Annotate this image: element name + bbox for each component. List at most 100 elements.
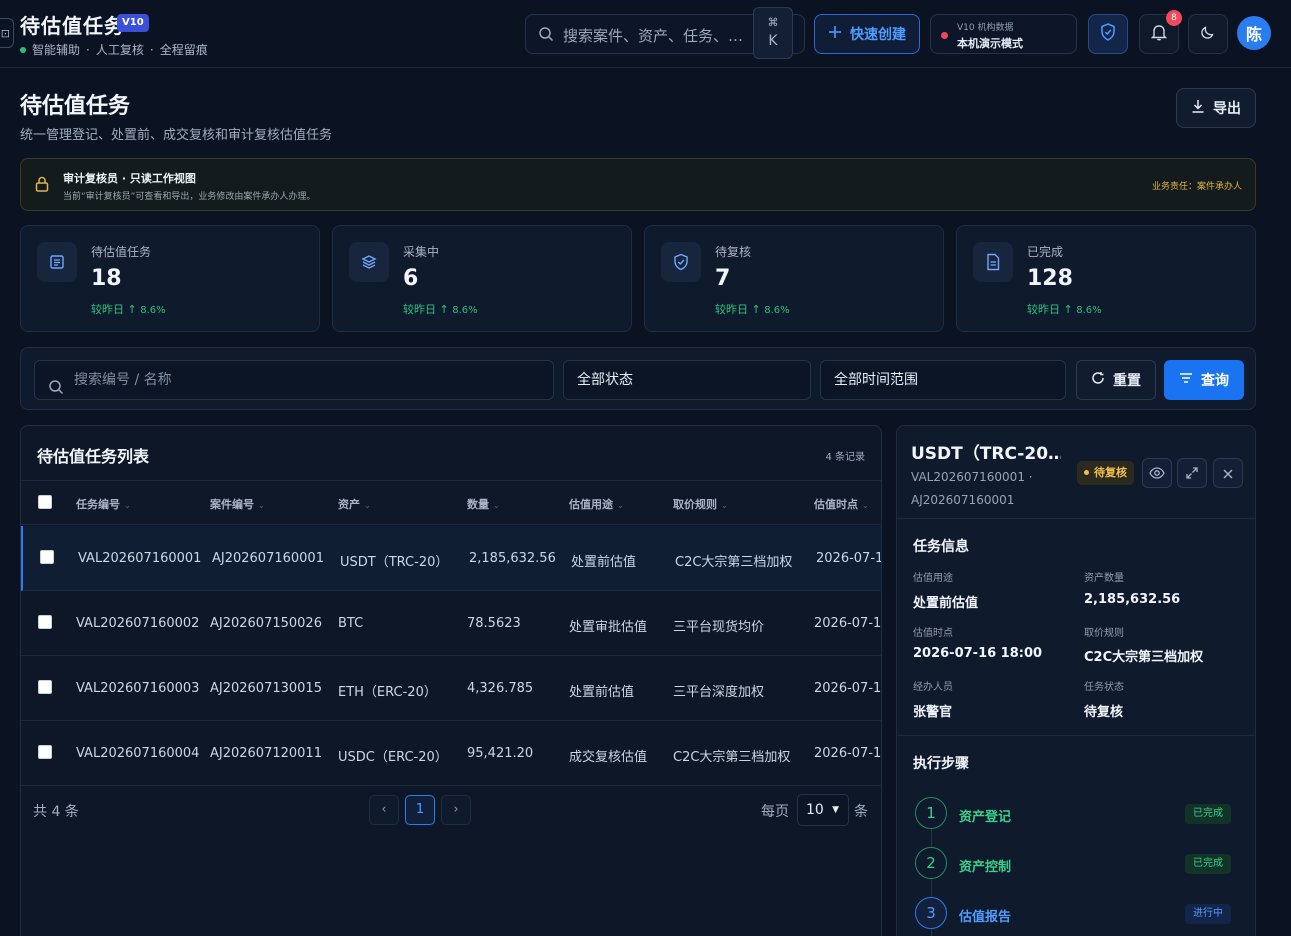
table-row[interactable]: VAL202607160003 AJ202607130015 ETH（ERC-2… [21, 656, 882, 721]
stat-card-collecting[interactable]: 采集中 6 较昨日 ↑ 8.6% [332, 225, 632, 332]
row-checkbox[interactable] [38, 615, 52, 629]
subtitle-item: 全程留痕 [159, 43, 208, 57]
table-row[interactable]: VAL202607160001 AJ202607160001 USDT（TRC-… [21, 526, 881, 591]
cell-case-id: AJ202607160001 [212, 551, 324, 566]
field-value: 处置前估值 [913, 596, 979, 611]
cell-case-id: AJ202607150026 [210, 616, 322, 631]
status-badge: 待复核 [1077, 461, 1134, 485]
divider [897, 518, 1255, 519]
expand-button[interactable] [1177, 458, 1207, 488]
cell-asset: ETH（ERC-20） [338, 685, 437, 700]
field-value: 2026-07-16 18:00 [913, 646, 1043, 661]
task-list-panel: 待估值任务列表 4 条记录 任务编号 ⌄ 案件编号 ⌄ 资产 ⌄ 数量 ⌄ 估值用途 ⌄ … [20, 425, 882, 936]
select-all-checkbox[interactable] [38, 495, 52, 509]
stat-trend: 较昨日 ↑ 8.6% [403, 303, 478, 316]
row-checkbox[interactable] [38, 680, 52, 694]
notification-count-badge: 8 [1166, 10, 1182, 26]
close-icon [1223, 464, 1233, 483]
export-button[interactable]: 导出 [1176, 88, 1256, 128]
filter-icon [1179, 372, 1193, 388]
org-status-dot [941, 32, 948, 39]
field-value: 张警官 [913, 705, 953, 720]
step-status: 已完成 [1185, 804, 1231, 824]
lock-icon [35, 176, 49, 196]
stat-card-completed[interactable]: 已完成 128 较昨日 ↑ 8.6% [956, 225, 1256, 332]
per-page-select[interactable]: 10 ▼ [797, 794, 849, 826]
column-header[interactable]: 估值用途 ⌄ [569, 496, 667, 512]
time-range-select[interactable]: 全部时间范围 [820, 360, 1066, 400]
sort-icon: ⌄ [364, 501, 371, 510]
table-header: 任务编号 ⌄ 案件编号 ⌄ 资产 ⌄ 数量 ⌄ 估值用途 ⌄ 取价规则 ⌄ 估值时点 ⌄ [21, 480, 881, 525]
column-header[interactable]: 案件编号 ⌄ [210, 496, 332, 512]
stat-trend: 较昨日 ↑ 8.6% [1027, 303, 1102, 316]
caret-down-icon: ▼ [832, 805, 839, 815]
next-page-button[interactable]: › [441, 795, 471, 825]
field-label: 估值时点 [913, 628, 953, 639]
download-icon [1191, 99, 1205, 117]
task-search-input[interactable]: 搜索编号 / 名称 [34, 360, 554, 400]
stat-card-pending[interactable]: 待估值任务 18 较昨日 ↑ 8.6% [20, 225, 320, 332]
stat-value: 6 [403, 266, 419, 291]
column-header[interactable]: 估值时点 ⌄ [814, 496, 881, 512]
table-row[interactable]: VAL202607160004 AJ202607120011 USDC（ERC-… [21, 721, 881, 786]
field-label: 估值用途 [913, 573, 953, 584]
command-key-icon: ⌘ [767, 16, 779, 29]
cell-purpose: 处置前估值 [571, 555, 637, 570]
view-button[interactable] [1142, 458, 1172, 488]
app-root: ⊡ 待估值任务 V10 智能辅助 · 人工复核 · 全程留痕 搜索案件、资产、任… [0, 0, 1291, 936]
prev-page-button[interactable]: ‹ [369, 795, 399, 825]
online-status-dot [20, 46, 26, 53]
theme-toggle-button[interactable] [1188, 14, 1228, 54]
task-info-heading: 任务信息 [913, 539, 969, 555]
stat-card-review[interactable]: 待复核 7 较昨日 ↑ 8.6% [644, 225, 944, 332]
step-name: 资产控制 [959, 860, 1012, 875]
quick-create-button[interactable]: 快速创建 [814, 14, 920, 54]
sort-icon: ⌄ [721, 501, 728, 510]
field-label: 取价规则 [1084, 628, 1124, 639]
reset-button[interactable]: 重置 [1076, 360, 1156, 400]
row-checkbox[interactable] [38, 745, 52, 759]
column-header[interactable]: 任务编号 ⌄ [76, 496, 204, 512]
cell-valuation-time: 2026-07-16 [814, 681, 882, 696]
org-value: 本机演示模式 [957, 37, 1023, 50]
column-header[interactable]: 取价规则 ⌄ [673, 496, 808, 512]
page-number-button[interactable]: 1 [405, 795, 435, 825]
refresh-icon [1091, 371, 1105, 389]
org-label: V10 机构数据 [957, 23, 1014, 33]
field-value: 待复核 [1084, 705, 1124, 720]
row-checkbox[interactable] [40, 550, 54, 564]
record-count: 4 条记录 [825, 452, 865, 463]
field-label: 资产数量 [1084, 573, 1124, 584]
query-button[interactable]: 查询 [1164, 360, 1244, 400]
pager-total: 共 4 条 [33, 804, 79, 820]
cell-valuation-time: 2026-07-16 [816, 551, 881, 566]
query-label: 查询 [1201, 373, 1229, 389]
cell-task-id: VAL202607160001 [78, 551, 202, 566]
stat-trend: 较昨日 ↑ 8.6% [715, 303, 790, 316]
security-button[interactable] [1088, 14, 1128, 54]
cell-purpose: 成交复核估值 [569, 750, 648, 765]
app-title: 待估值任务 [20, 14, 125, 38]
close-button[interactable] [1213, 458, 1243, 488]
per-page-value: 10 [806, 802, 824, 818]
step-number: 1 [915, 797, 947, 829]
cell-task-id: VAL202607160003 [76, 681, 200, 696]
stat-trend: 较昨日 ↑ 8.6% [91, 303, 166, 316]
step-number: 3 [915, 897, 947, 929]
sidebar-toggle-icon[interactable]: ⊡ [0, 18, 14, 48]
table-row[interactable]: VAL202607160002 AJ202607150026 BTC 78.56… [21, 591, 881, 656]
stat-value: 18 [91, 266, 122, 291]
column-header[interactable]: 资产 ⌄ [338, 496, 460, 512]
status-select[interactable]: 全部状态 [563, 360, 811, 400]
user-avatar[interactable]: 陈 [1237, 16, 1271, 50]
org-data-switcher[interactable]: V10 机构数据 本机演示模式 [930, 14, 1077, 54]
cell-quantity: 4,326.785 [467, 681, 534, 696]
step-status: 进行中 [1185, 904, 1231, 924]
step-number: 2 [915, 847, 947, 879]
column-header[interactable]: 数量 ⌄ [467, 496, 562, 512]
divider [897, 735, 1255, 736]
app-subtitle: 智能辅助 · 人工复核 · 全程留痕 [20, 41, 208, 58]
reset-label: 重置 [1113, 373, 1141, 389]
shortcut-key: K [768, 33, 778, 49]
subtitle-item: 智能辅助 [32, 43, 81, 57]
